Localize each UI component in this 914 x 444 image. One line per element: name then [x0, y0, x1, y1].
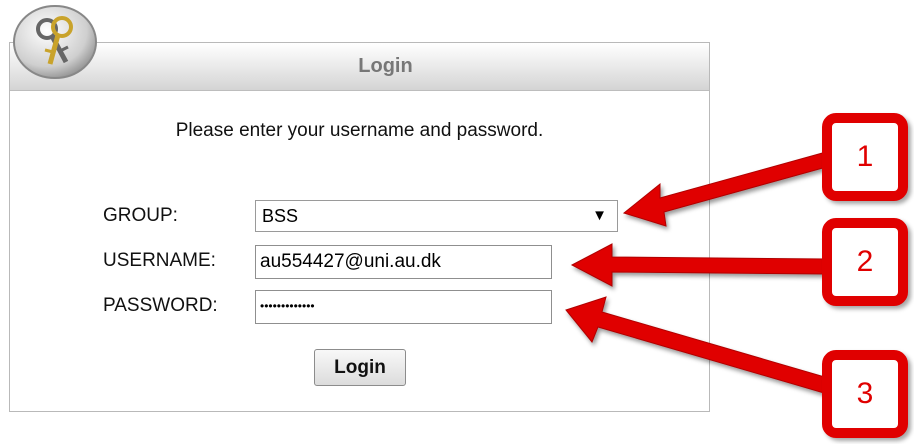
callout-3: 3 — [822, 350, 908, 438]
callout-1: 1 — [822, 113, 908, 201]
arrow-1 — [622, 151, 831, 227]
arrow-2 — [570, 243, 827, 287]
callout-2: 2 — [822, 218, 908, 306]
annotation-arrows — [565, 151, 831, 394]
arrow-3 — [565, 296, 829, 394]
